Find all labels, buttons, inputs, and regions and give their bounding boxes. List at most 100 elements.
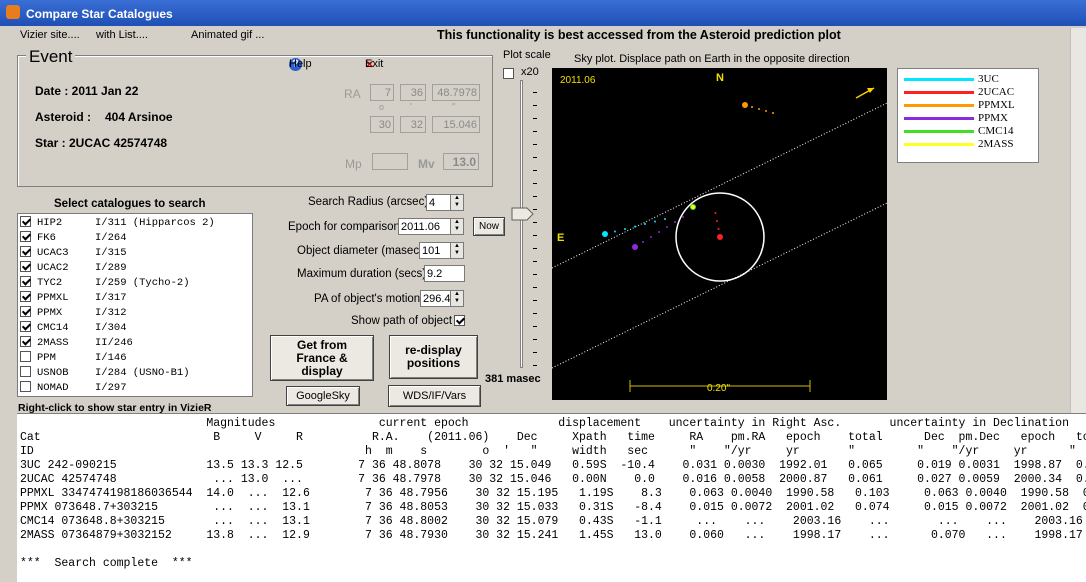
motion-dot [674,221,676,223]
catalogue-item[interactable]: HIP2 I/311 (Hipparcos 2) [20,216,215,231]
catalogue-checkbox[interactable] [20,291,31,302]
redisplay-button[interactable]: re-display positions [389,335,478,379]
legend-swatch [904,117,974,120]
catalogue-item[interactable]: PPMX I/312 [20,306,127,321]
motion-dot [664,218,666,220]
catalogue-code: I/264 [95,232,127,244]
deg-symbol: o [379,102,385,112]
motion-dot [716,220,718,222]
diameter-spinner[interactable]: ▲ ▼ [450,242,464,259]
catalogue-name: USNOB [37,367,69,379]
catalogue-item[interactable]: FK6 I/264 [20,231,127,246]
plot-scale-label: Plot scale [503,49,551,61]
pa-label: PA of object's motion [314,293,421,305]
redisplay-label: re-display positions [405,343,462,370]
catalogue-code: I/297 [95,382,127,394]
legend-swatch [904,143,974,146]
catalogue-item[interactable]: PPMXL I/317 [20,291,127,306]
sky-plot-canvas [552,87,887,392]
results-line: *** Search complete *** [20,557,193,570]
catalogue-checkbox[interactable] [20,366,31,377]
get-from-france-button[interactable]: Get from France & display [270,335,374,381]
show-path-checkbox[interactable] [454,315,465,326]
diameter-input[interactable]: 101 [419,242,451,259]
catalogue-item[interactable]: UCAC2 I/289 [20,261,127,276]
catalogue-code: II/246 [95,337,133,349]
motion-dot [717,228,720,230]
catalogue-checkbox[interactable] [20,261,31,272]
catalogue-name: UCAC2 [37,262,69,274]
catalogue-code: I/304 [95,322,127,334]
catalogue-item[interactable]: CMC14 I/304 [20,321,127,336]
catalogue-item[interactable]: NOMAD I/297 [20,381,127,396]
wds-button[interactable]: WDS/IF/Vars [388,385,481,407]
show-path-label: Show path of object [351,315,453,327]
googlesky-button[interactable]: GoogleSky [286,386,360,406]
ra-seconds-field: 48.7978 [432,84,480,101]
notice-text: This functionality is best accessed from… [437,28,841,42]
catalogue-list-title: Select catalogues to search [54,198,206,210]
pa-input[interactable]: 296.4 [420,290,451,307]
motion-dot [714,212,717,214]
x20-checkbox[interactable] [503,68,514,79]
scale-label: 0.20" [707,383,731,394]
catalogue-name: PPM [37,352,56,364]
sky-epoch: 2011.06 [560,75,596,86]
dec-seconds-field: 15.046 [432,116,480,133]
legend-swatch [904,78,974,81]
catalogue-item[interactable]: 2MASS II/246 [20,336,133,351]
event-heading: Event [26,47,76,67]
catalogue-item[interactable]: USNOB I/284 (USNO-B1) [20,366,190,381]
plot-scale-slider-track[interactable] [520,80,523,368]
motion-dot [650,236,652,238]
catalogue-checkbox[interactable] [20,216,31,227]
legend-swatch [904,130,974,133]
plot-scale-value: 381 masec [485,373,541,385]
catalogue-name: NOMAD [37,382,69,394]
now-button[interactable]: Now [473,217,505,236]
catalogue-checkbox[interactable] [20,351,31,362]
catalogue-name: HIP2 [37,217,63,229]
catalogue-checkbox[interactable] [20,381,31,392]
results-line: 2UCAC 42574748 ... 13.0 ... 7 36 48.7978… [20,473,1086,486]
catalogue-checkbox[interactable] [20,276,31,287]
catalogue-code: I/259 (Tycho-2) [95,277,190,289]
title-bar: Compare Star Catalogues [0,0,1086,26]
catalogue-checkbox[interactable] [20,336,31,347]
vertical-scrollbar[interactable] [1070,28,1086,413]
motion-dot [614,230,616,233]
epoch-spinner[interactable]: ▲ ▼ [450,218,464,235]
catalogue-code: I/146 [95,352,127,364]
catalogue-code: I/289 [95,262,127,274]
epoch-input[interactable]: 2011.06 [398,218,451,235]
pa-spinner[interactable]: ▲ ▼ [450,290,464,307]
motion-dot [634,225,636,228]
results-panel[interactable]: Magnitudes current epoch displacement un… [17,413,1086,582]
results-line: Magnitudes current epoch displacement un… [20,417,1069,430]
search-radius-input[interactable]: 4 [426,194,451,211]
menu-vizier-site[interactable]: Vizier site.... [20,29,80,41]
menu-animated-gif[interactable]: Animated gif ... [191,29,264,41]
star-marker [717,234,723,240]
catalogue-item[interactable]: UCAC3 I/315 [20,246,127,261]
duration-input[interactable]: 9.2 [424,265,465,282]
legend: 3UC 2UCAC PPMXL PPMX CMC14 2MASS [897,68,1039,163]
catalogue-item[interactable]: TYC2 I/259 (Tycho-2) [20,276,190,291]
search-radius-spinner[interactable]: ▲ ▼ [450,194,464,211]
arcmin-symbol: ' [410,102,412,113]
star-marker [602,231,608,237]
catalogue-checkbox[interactable] [20,321,31,332]
star-marker [632,244,638,250]
asteroid-value: 404 Arsinoe [105,110,173,124]
catalogue-checkbox[interactable] [20,306,31,317]
results-line: 3UC 242-090215 13.5 13.3 12.5 7 36 48.80… [20,459,1086,472]
menu-with-list[interactable]: with List.... [96,29,148,41]
catalogue-checkbox[interactable] [20,246,31,257]
catalogue-item[interactable]: PPM I/146 [20,351,127,366]
catalogue-name: PPMX [37,307,63,319]
dec-degrees-field: 30 [370,116,394,133]
sky-plot[interactable]: 2011.06 N E 0.20" [552,68,887,400]
mp-field [372,153,408,170]
catalogue-checkbox[interactable] [20,231,31,242]
plot-scale-slider-thumb[interactable] [511,207,535,221]
